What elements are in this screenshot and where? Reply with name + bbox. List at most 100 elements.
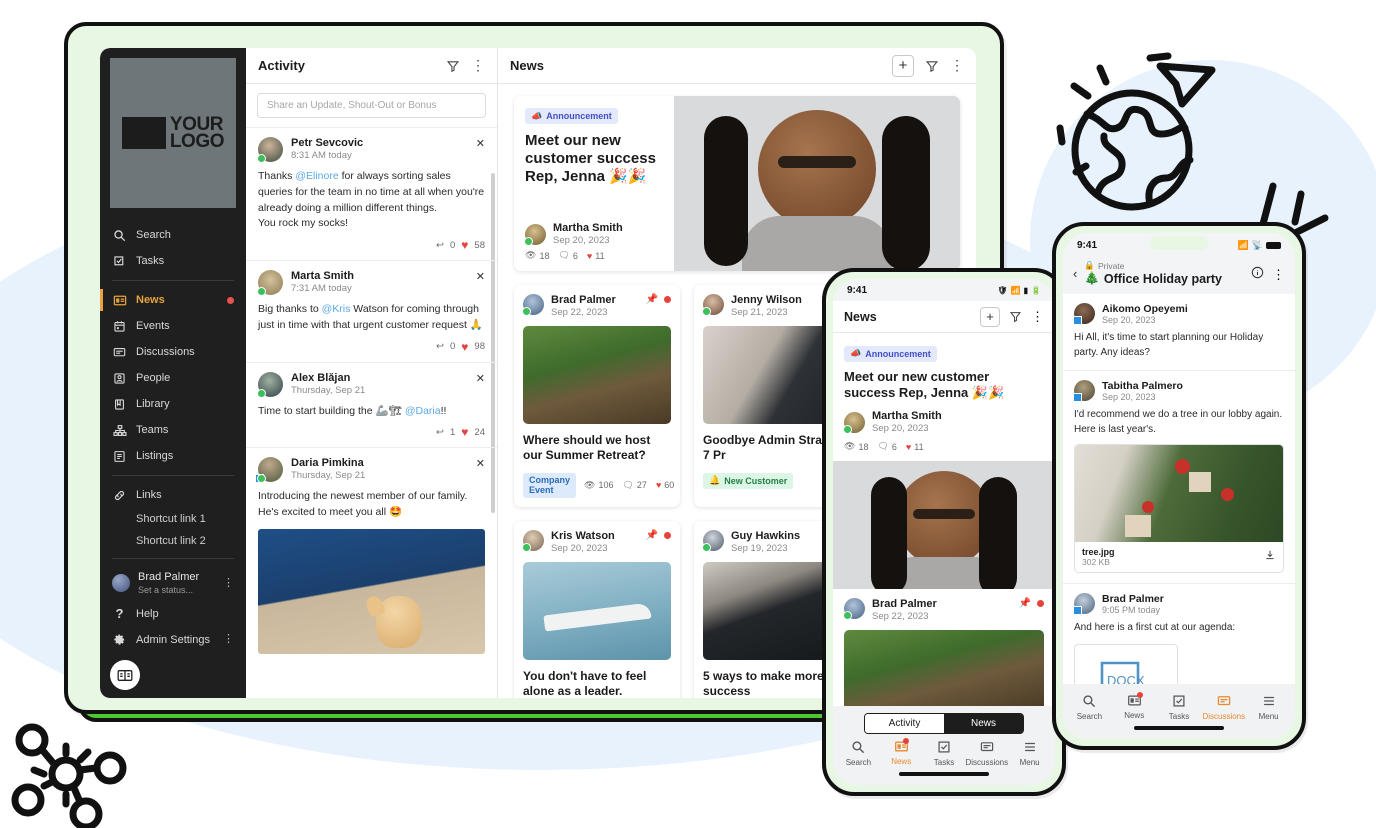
pin-icon[interactable]: 📌 <box>646 294 658 305</box>
nav-label: News <box>1124 711 1145 720</box>
attachment-image <box>1075 445 1283 542</box>
news-card[interactable]: Kris Watson Sep 20, 2023 📌 You don't hav… <box>514 520 680 698</box>
reply-count: 1 <box>450 426 456 438</box>
card-date: Sep 22, 2023 <box>551 307 608 318</box>
info-icon[interactable] <box>1251 266 1264 284</box>
attachment-card[interactable]: tree.jpg 302 KB <box>1074 444 1284 573</box>
sidebar-item-people[interactable]: People <box>100 365 246 391</box>
avatar <box>257 371 283 398</box>
logo-line-2: LOGO <box>169 131 225 152</box>
nav-badge-dot <box>1136 692 1143 698</box>
heart-icon[interactable]: ♥ <box>461 238 468 252</box>
mention-link[interactable]: @Elinore <box>295 170 338 182</box>
sidebar-shortcut-1[interactable]: Shortcut link 1 <box>100 508 246 530</box>
avatar <box>843 598 865 620</box>
hero-image <box>674 96 960 271</box>
more-options-icon[interactable]: ⋮ <box>471 58 485 73</box>
network-doodle-icon <box>11 723 127 828</box>
more-options-icon[interactable]: ⋮ <box>1031 310 1044 323</box>
sidebar-item-admin-settings[interactable]: Admin Settings ⋮ <box>100 627 246 653</box>
docx-attachment[interactable]: DOCX <box>1074 643 1178 685</box>
news-card[interactable]: Brad Palmer Sep 22, 2023 📌 Where should … <box>514 285 680 507</box>
sidebar-item-help[interactable]: ? Help <box>100 601 246 627</box>
search-icon <box>851 740 865 756</box>
sidebar-divider-2 <box>112 475 234 476</box>
sidebar-item-listings[interactable]: Listings <box>100 443 246 469</box>
nav-news[interactable]: News <box>1112 692 1157 721</box>
nav-tasks[interactable]: Tasks <box>1157 694 1202 721</box>
card-date: Sep 19, 2023 <box>731 542 788 554</box>
phone-news-card[interactable]: Brad Palmer Sep 22, 2023 📌 <box>833 589 1055 706</box>
comment-count: 6 <box>891 441 897 452</box>
svg-text:DOCX: DOCX <box>1107 673 1145 685</box>
phone-news-header: News + ⋮ <box>833 301 1055 333</box>
news-badge-dot <box>227 296 234 304</box>
like-count: 11 <box>595 250 605 261</box>
post-author: Daria Pimkina <box>291 457 364 470</box>
filter-icon[interactable] <box>925 59 939 73</box>
kebab-menu-icon[interactable]: ⋮ <box>223 577 234 587</box>
share-update-input[interactable]: Share an Update, Shout-Out or Bonus <box>257 93 486 118</box>
sidebar-user-profile[interactable]: Brad Palmer Set a status... ⋮ <box>100 565 246 601</box>
mention-link[interactable]: @Daria <box>405 405 441 417</box>
reply-icon[interactable]: ↩ <box>436 240 444 251</box>
news-header: News + ⋮ <box>498 48 976 84</box>
add-post-button[interactable]: + <box>892 54 914 77</box>
back-icon[interactable]: ‹ <box>1073 266 1077 281</box>
hero-title: Meet our new customer success Rep, Jenna… <box>525 132 656 185</box>
tab-news[interactable]: News <box>944 714 1023 733</box>
discussion-header: ‹ 🔒 Private 🎄 Office Holiday party ⋮ <box>1063 257 1295 294</box>
close-icon[interactable]: ✕ <box>476 457 485 470</box>
more-options-icon[interactable]: ⋮ <box>1272 268 1285 281</box>
hero-author: Martha Smith <box>553 222 623 234</box>
heart-icon[interactable]: ♥ <box>461 340 468 354</box>
sidebar-item-links[interactable]: Links <box>100 482 246 508</box>
tab-activity[interactable]: Activity <box>865 714 944 733</box>
nav-tasks[interactable]: Tasks <box>923 740 966 767</box>
chip-label: Announcement <box>546 111 612 121</box>
sidebar-item-events[interactable]: Events <box>100 313 246 339</box>
sidebar-item-news[interactable]: News <box>100 287 246 313</box>
nav-label: Search <box>845 758 872 767</box>
reply-icon[interactable]: ↩ <box>436 341 444 352</box>
download-icon[interactable] <box>1264 548 1276 566</box>
add-post-button[interactable]: + <box>980 306 1000 327</box>
filter-icon[interactable] <box>1009 310 1022 323</box>
dynamic-island <box>1150 236 1208 250</box>
nav-menu[interactable]: Menu <box>1008 740 1051 767</box>
kebab-menu-icon-admin[interactable]: ⋮ <box>223 634 234 644</box>
close-icon[interactable]: ✕ <box>476 372 485 385</box>
close-icon[interactable]: ✕ <box>476 137 485 150</box>
sidebar-item-teams[interactable]: Teams <box>100 417 246 443</box>
signal-icon: ▮ <box>1023 285 1029 295</box>
close-icon[interactable]: ✕ <box>476 270 485 283</box>
avatar <box>1073 593 1095 615</box>
news-hero-card[interactable]: 📣 Announcement Meet our new customer suc… <box>514 96 960 271</box>
sidebar-item-library[interactable]: Library <box>100 391 246 417</box>
sidebar-shortcut-2[interactable]: Shortcut link 2 <box>100 530 246 552</box>
nav-menu[interactable]: Menu <box>1246 694 1291 721</box>
sidebar-item-tasks[interactable]: Tasks <box>100 248 246 274</box>
filter-icon[interactable] <box>446 59 460 73</box>
more-options-icon[interactable]: ⋮ <box>950 58 964 73</box>
nav-search[interactable]: Search <box>1067 694 1112 721</box>
search-icon <box>112 228 127 243</box>
status-badge: Company Event <box>523 472 577 498</box>
reply-icon[interactable]: ↩ <box>436 427 444 438</box>
message-date: Sep 20, 2023 <box>1102 392 1156 402</box>
pin-icon[interactable]: 📌 <box>646 530 658 541</box>
sidebar-item-discussions[interactable]: Discussions <box>100 339 246 365</box>
nav-search[interactable]: Search <box>837 740 880 767</box>
sidebar: YOUR LOGO Search Tasks News Events Discu… <box>100 48 246 698</box>
mention-link[interactable]: @Kris <box>322 303 351 315</box>
signal-icon: 📶 <box>1237 239 1249 250</box>
nav-news[interactable]: News <box>880 738 923 767</box>
sidebar-item-search[interactable]: Search <box>100 222 246 248</box>
app-switcher-button[interactable] <box>110 660 140 690</box>
discussion-title: 🎄 Office Holiday party <box>1084 271 1222 286</box>
message-author: Aikomo Opeyemi <box>1102 303 1188 315</box>
nav-discussions[interactable]: Discussions <box>1201 694 1246 721</box>
nav-discussions[interactable]: Discussions <box>965 740 1008 767</box>
heart-icon[interactable]: ♥ <box>461 425 468 439</box>
pin-icon[interactable]: 📌 <box>1019 598 1031 609</box>
